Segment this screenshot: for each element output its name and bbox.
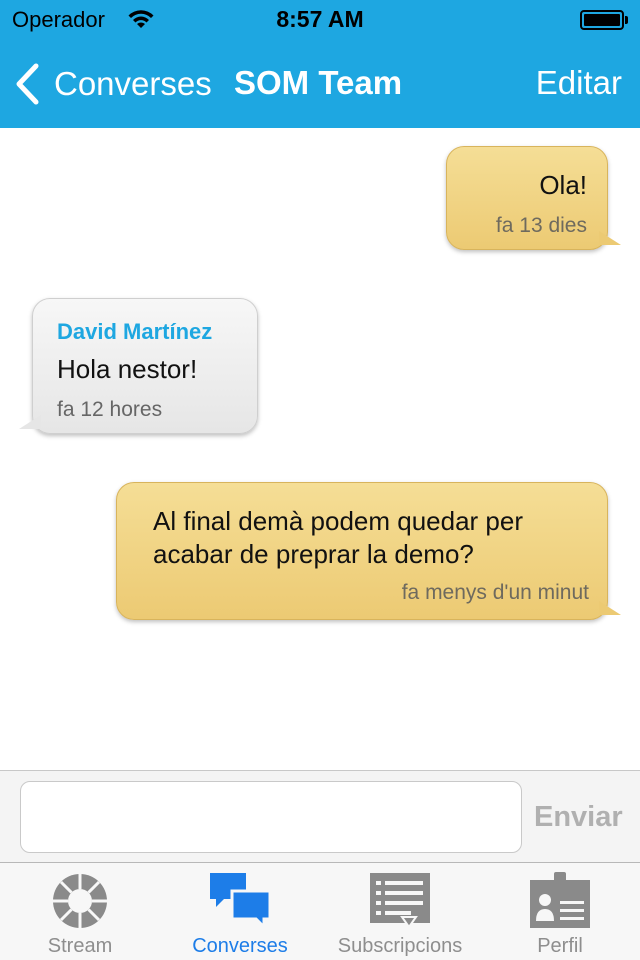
header: Operador 8:57 AM Converses SOM Team Edit… (0, 0, 640, 128)
page-title: SOM Team (234, 64, 403, 101)
tab-label: Subscripcions (337, 935, 463, 957)
status-bar: Operador 8:57 AM (0, 0, 640, 40)
back-button[interactable]: Converses (14, 62, 212, 106)
tab-perfil[interactable]: Perfil (480, 863, 640, 960)
battery-icon (580, 10, 628, 30)
message-time: fa 13 dies (495, 214, 587, 237)
message-sender: David Martínez (57, 319, 213, 344)
message-time: fa 12 hores (57, 398, 163, 421)
edit-button[interactable]: Editar (536, 64, 622, 102)
tab-label: Stream (47, 935, 113, 957)
message-list[interactable]: Ola! fa 13 dies David Martínez Hola nest… (0, 128, 640, 770)
profile-badge-icon (528, 871, 592, 931)
back-button-label: Converses (54, 65, 212, 102)
message-composer: Enviar (0, 770, 640, 862)
message-text: Hola nestor! (57, 354, 198, 384)
message-time: fa menys d'un minut (401, 581, 589, 604)
tab-converses[interactable]: Converses (160, 863, 320, 960)
chevron-left-icon (16, 63, 39, 105)
navigation-bar: Converses SOM Team Editar (0, 40, 640, 128)
tab-label: Perfil (537, 935, 583, 957)
message-input[interactable] (20, 781, 522, 853)
outgoing-message: Al final demà podem quedar per acabar de… (116, 482, 621, 620)
tab-label: Converses (192, 935, 288, 957)
stream-icon (48, 871, 112, 931)
tab-bar: Stream Converses Subscripcions Perfil (0, 862, 640, 960)
subscriptions-list-icon (368, 871, 432, 931)
message-text: Al final demà podem quedar per acabar de… (153, 506, 524, 569)
clock: 8:57 AM (276, 6, 364, 32)
incoming-message: David Martínez Hola nestor! fa 12 hores (19, 298, 258, 434)
chat-bubbles-icon (208, 871, 272, 931)
message-text: Ola! (539, 170, 587, 200)
tab-subscripcions[interactable]: Subscripcions (320, 863, 480, 960)
outgoing-message: Ola! fa 13 dies (446, 146, 621, 250)
tab-stream[interactable]: Stream (0, 863, 160, 960)
send-button[interactable]: Enviar (534, 801, 623, 834)
